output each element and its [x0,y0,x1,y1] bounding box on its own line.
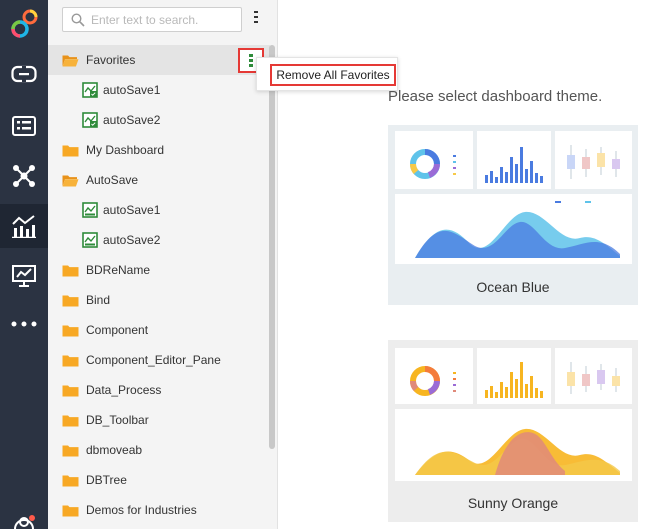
tree-scrollbar[interactable] [269,45,275,449]
preview-area-chart [415,428,620,475]
search-icon [71,13,85,27]
preview-boxplot-chart [567,362,620,394]
tree-item-label: DB_Toolbar [86,413,149,427]
tree-item-label: dbmoveab [86,443,143,457]
tree-folder-item[interactable]: DB_Toolbar [48,405,270,435]
tree-folder-item[interactable]: Component_Editor_Pane [48,345,270,375]
preview-bar-chart [485,362,543,398]
tree-item-label: DBTree [86,473,127,487]
tree-menu-button[interactable] [250,11,262,27]
preview-box-card [555,348,632,404]
search-input[interactable] [91,11,239,28]
preview-area-chart [415,201,620,258]
tree-dashboard-item[interactable]: autoSave1 [48,195,270,225]
user-icon[interactable] [0,500,48,529]
theme-name-sunny-orange: Sunny Orange [467,495,559,511]
folder-icon [62,294,79,307]
link-icon[interactable] [0,52,48,96]
preview-donut-card [395,131,473,189]
theme-name-ocean-blue: Ocean Blue [476,279,550,295]
presentation-icon[interactable] [0,254,48,298]
preview-area-card [395,409,632,481]
favorites-context-menu: Remove All Favorites [256,57,398,91]
dashboard-chart-icon[interactable] [0,204,48,248]
dashboard-icon [82,202,98,218]
app-window: Favorites autoSave1 autoSave2 My Dashboard A… [0,0,650,529]
tree-folder-item[interactable]: Demos for Industries [48,495,270,525]
tree-item-label: autoSave1 [103,83,161,97]
tree-item-label: Component [86,323,149,337]
tree-folder-item[interactable]: BDReName [48,255,270,285]
dashboard-tree: Favorites autoSave1 autoSave2 My Dashboard A… [48,45,270,525]
tree-item-label: BDReName [86,263,151,277]
tree-folder-item[interactable]: Data_Process [48,375,270,405]
tree-folder-item[interactable]: Favorites [48,45,270,75]
network-icon[interactable] [0,154,48,198]
dashboard-icon [82,232,98,248]
more-options-icon[interactable] [0,302,48,346]
tree-folder-item[interactable]: Bind [48,285,270,315]
tree-item-label: Data_Process [86,383,162,397]
tree-item-label: AutoSave [86,173,139,187]
folder-icon [62,384,79,397]
tree-folder-item[interactable]: Component [48,315,270,345]
tree-item-label: Favorites [86,53,136,67]
dashboard-tree-panel: Favorites autoSave1 autoSave2 My Dashboard A… [48,0,278,529]
tree-dashboard-item[interactable]: autoSave1 [48,75,270,105]
tree-item-label: autoSave1 [103,203,161,217]
theme-prompt: Please select dashboard theme. [388,88,603,105]
preview-bar-card [477,348,551,404]
folder-icon [62,474,79,487]
tree-dashboard-item[interactable]: autoSave2 [48,105,270,135]
folder-icon [62,354,79,367]
icon-rail [0,0,48,529]
preview-donut-card [395,348,473,404]
tree-folder-item[interactable]: dbmoveab [48,435,270,465]
tree-item-label: autoSave2 [103,113,161,127]
folder-icon [62,444,79,457]
folder-icon [62,324,79,337]
search-box [62,7,242,32]
folder-icon [62,504,79,517]
tree-item-label: autoSave2 [103,233,161,247]
theme-card-ocean-blue[interactable]: Ocean Blue [388,125,638,305]
tree-folder-item[interactable]: My Dashboard [48,135,270,165]
preview-bar-chart [485,147,543,183]
preview-box-card [555,131,632,189]
folder-icon [62,264,79,277]
preview-donut-chart [409,366,456,396]
tree-item-label: Component_Editor_Pane [86,353,221,367]
tree-item-label: Demos for Industries [86,503,197,517]
folder-icon [62,414,79,427]
list-view-icon[interactable] [0,104,48,148]
folder-open-icon [62,54,79,67]
preview-bar-card [477,131,551,189]
tree-folder-item[interactable]: AutoSave [48,165,270,195]
favorite-dashboard-icon [82,112,98,128]
folder-open-icon [62,174,79,187]
remove-all-favorites-menu-item[interactable]: Remove All Favorites [270,64,396,86]
tree-dashboard-item[interactable]: autoSave2 [48,225,270,255]
preview-area-card [395,194,632,264]
app-logo-icon [0,2,48,46]
preview-donut-chart [409,149,456,179]
favorite-dashboard-icon [82,82,98,98]
preview-boxplot-chart [567,145,620,179]
tree-item-label: Bind [86,293,111,307]
tree-folder-item[interactable]: DBTree [48,465,270,495]
folder-icon [62,144,79,157]
tree-item-label: My Dashboard [86,143,165,157]
theme-card-sunny-orange[interactable]: Sunny Orange [388,340,638,522]
